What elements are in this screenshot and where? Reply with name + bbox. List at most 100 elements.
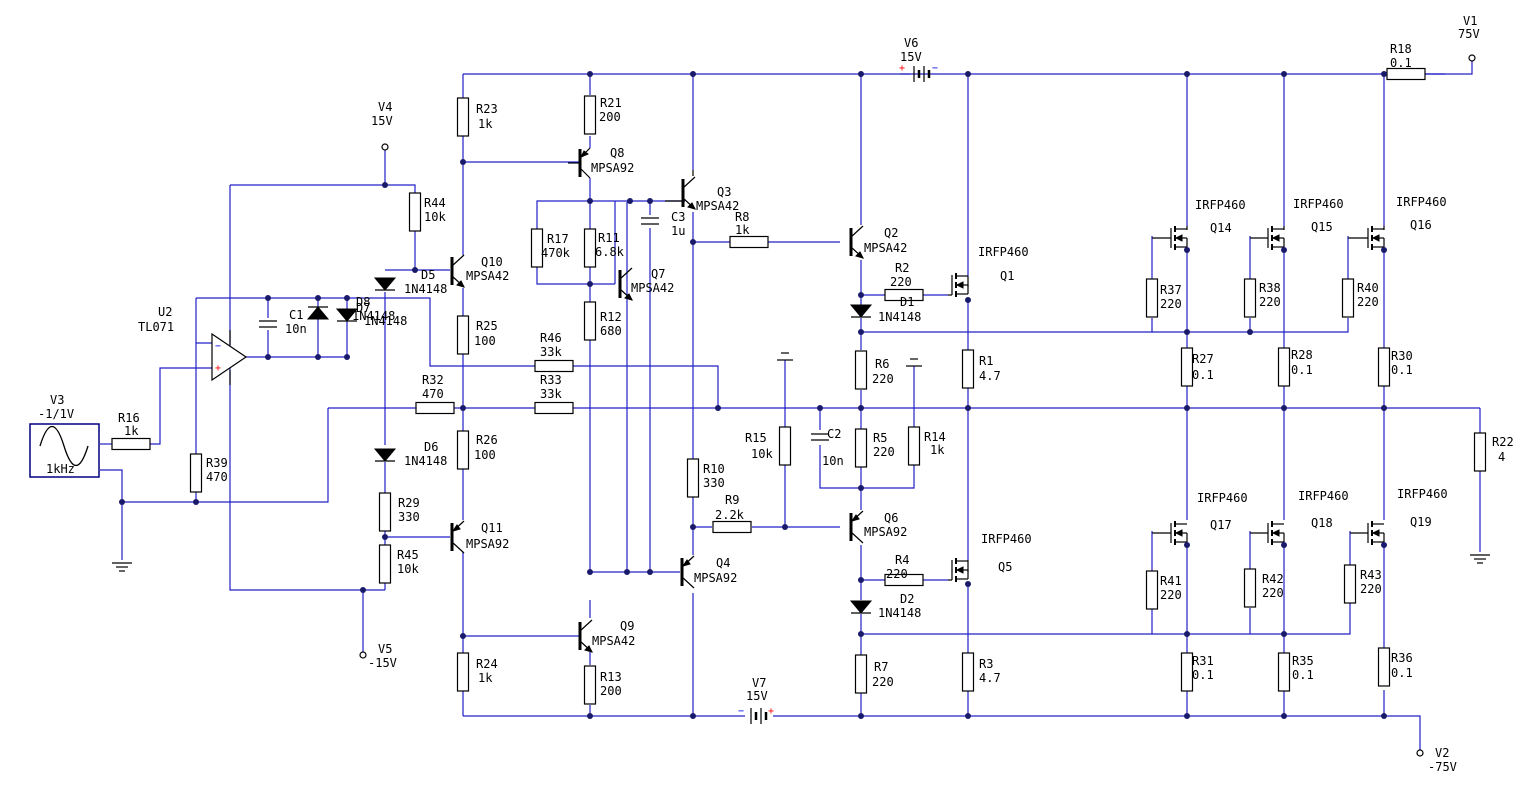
q16-mosfet-icon[interactable] [1348, 225, 1385, 251]
d1-ref: D1 [900, 295, 914, 309]
r36-resistor-icon[interactable] [1377, 647, 1391, 687]
d7-diode-icon[interactable] [307, 306, 329, 320]
r5-resistor-icon[interactable] [854, 428, 868, 468]
v5-value: -15V [368, 656, 397, 670]
r44-resistor-icon[interactable] [408, 192, 422, 232]
r41-resistor-icon[interactable] [1145, 570, 1159, 610]
r29-ref: R29 [398, 496, 420, 510]
svg-text:+: + [768, 706, 774, 717]
r4-value: 220 [886, 567, 908, 581]
v6-battery-icon[interactable]: + − [899, 63, 938, 82]
r27-value: 0.1 [1192, 368, 1214, 382]
terminals [359, 54, 1476, 757]
d1-diode-icon[interactable] [850, 304, 872, 318]
r46-resistor-icon[interactable] [534, 359, 574, 373]
r15-resistor-icon[interactable] [778, 426, 792, 466]
r12-resistor-icon[interactable] [583, 301, 597, 341]
r16-ref: R16 [118, 411, 140, 425]
r43-resistor-icon[interactable] [1343, 564, 1357, 604]
r28-resistor-icon[interactable] [1277, 347, 1291, 387]
q6-bjt-icon[interactable] [849, 509, 865, 545]
r38-resistor-icon[interactable] [1243, 278, 1257, 318]
r2-ref: R2 [895, 261, 909, 275]
r22-ref: R22 [1492, 435, 1514, 449]
q19-mosfet-icon[interactable] [1350, 520, 1385, 546]
q11-bjt-icon[interactable] [450, 519, 466, 555]
ground-icon [111, 562, 133, 572]
r6-resistor-icon[interactable] [854, 350, 868, 390]
q3-bjt-icon[interactable] [665, 175, 697, 211]
c1-capacitor-icon[interactable] [258, 320, 278, 328]
r1-resistor-icon[interactable] [961, 349, 975, 389]
v7-battery-icon[interactable]: − + [738, 706, 774, 724]
r16-resistor-icon[interactable] [111, 437, 151, 451]
r3-resistor-icon[interactable] [961, 652, 975, 692]
r39-resistor-icon[interactable] [189, 453, 203, 493]
r27-resistor-icon[interactable] [1180, 347, 1194, 387]
q16-value: IRFP460 [1396, 195, 1447, 209]
q5-mosfet-icon[interactable] [948, 557, 969, 583]
r29-resistor-icon[interactable] [378, 492, 392, 532]
d2-ref: D2 [900, 592, 914, 606]
r9-value: 2.2k [715, 508, 745, 522]
r21-resistor-icon[interactable] [583, 95, 597, 135]
v5-terminal-icon[interactable] [359, 651, 367, 659]
q18-mosfet-icon[interactable] [1250, 520, 1285, 546]
r17-value: 470k [541, 246, 571, 260]
d6-diode-icon[interactable] [374, 448, 396, 462]
r25-resistor-icon[interactable] [456, 315, 470, 355]
r14-resistor-icon[interactable] [907, 426, 921, 466]
r11-resistor-icon[interactable] [583, 228, 597, 268]
d8-value: 1N4148 [352, 309, 395, 323]
q4-bjt-icon[interactable] [680, 554, 696, 590]
q17-mosfet-icon[interactable] [1152, 520, 1188, 546]
r37-value: 220 [1160, 297, 1182, 311]
r10-resistor-icon[interactable] [686, 458, 700, 498]
c3-capacitor-icon[interactable] [640, 217, 660, 225]
q2-bjt-icon[interactable] [849, 224, 865, 260]
r33-resistor-icon[interactable] [534, 401, 574, 415]
c3-ref: C3 [671, 210, 685, 224]
v4-terminal-icon[interactable] [381, 143, 389, 151]
v1-terminal-icon[interactable] [1468, 54, 1476, 62]
r45-ref: R45 [397, 548, 419, 562]
d5-diode-icon[interactable] [374, 277, 396, 291]
q10-bjt-icon[interactable] [450, 253, 466, 289]
r26-resistor-icon[interactable] [456, 430, 470, 470]
r13-value: 200 [600, 684, 622, 698]
v2-terminal-icon[interactable] [1416, 749, 1424, 757]
r13-resistor-icon[interactable] [583, 665, 597, 705]
r18-resistor-icon[interactable] [1386, 67, 1426, 81]
q1-mosfet-icon[interactable] [948, 272, 969, 298]
d6-ref: D6 [424, 440, 438, 454]
r32-resistor-icon[interactable] [415, 401, 455, 415]
r12-ref: R12 [600, 310, 622, 324]
d2-diode-icon[interactable] [850, 600, 872, 614]
r7-resistor-icon[interactable] [854, 654, 868, 694]
r8-resistor-icon[interactable] [729, 235, 769, 249]
r16-value: 1k [124, 424, 139, 438]
r22-resistor-icon[interactable] [1473, 432, 1487, 472]
d5-value: 1N4148 [404, 282, 447, 296]
r42-resistor-icon[interactable] [1243, 568, 1257, 608]
r31-value: 0.1 [1192, 668, 1214, 682]
q11-value: MPSA92 [466, 537, 509, 551]
r10-ref: R10 [703, 462, 725, 476]
r26-ref: R26 [476, 433, 498, 447]
r40-resistor-icon[interactable] [1341, 278, 1355, 318]
u2-opamp-icon[interactable]: − + [211, 330, 248, 385]
q15-mosfet-icon[interactable] [1250, 225, 1285, 251]
r37-resistor-icon[interactable] [1145, 278, 1159, 318]
r31-resistor-icon[interactable] [1180, 652, 1194, 692]
svg-text:−: − [932, 63, 938, 74]
q14-mosfet-icon[interactable] [1152, 225, 1188, 251]
r35-resistor-icon[interactable] [1277, 652, 1291, 692]
r9-resistor-icon[interactable] [712, 520, 752, 534]
q9-bjt-icon[interactable] [578, 618, 594, 654]
r45-resistor-icon[interactable] [378, 544, 392, 584]
r24-resistor-icon[interactable] [456, 652, 470, 692]
q8-bjt-icon[interactable] [568, 147, 591, 179]
r23-resistor-icon[interactable] [456, 97, 470, 137]
v7-ref: V7 [752, 676, 766, 690]
r30-resistor-icon[interactable] [1377, 347, 1391, 387]
